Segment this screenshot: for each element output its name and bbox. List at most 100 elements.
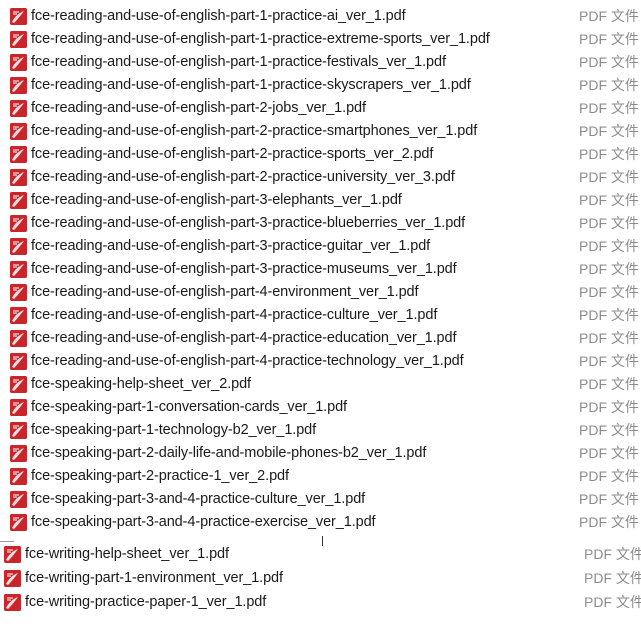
- file-name: fce-writing-part-1-environment_ver_1.pdf: [25, 570, 283, 586]
- file-name: fce-speaking-part-1-technology-b2_ver_1.…: [31, 422, 317, 438]
- pdf-file-icon: [10, 284, 27, 301]
- file-type: PDF 文件: [579, 491, 639, 507]
- file-row[interactable]: fce-reading-and-use-of-english-part-4-pr…: [0, 304, 641, 327]
- file-row[interactable]: fce-reading-and-use-of-english-part-1-pr…: [0, 51, 641, 74]
- file-name: fce-reading-and-use-of-english-part-2-jo…: [31, 100, 366, 116]
- file-type: PDF 文件: [579, 468, 639, 484]
- file-row[interactable]: fce-reading-and-use-of-english-part-2-jo…: [0, 97, 641, 120]
- file-type: PDF 文件: [579, 31, 639, 47]
- file-name: fce-reading-and-use-of-english-part-2-pr…: [31, 146, 434, 162]
- pdf-file-icon: [10, 123, 27, 140]
- pdf-file-icon: [10, 468, 27, 485]
- file-type: PDF 文件: [579, 261, 639, 277]
- pdf-file-icon: [10, 330, 27, 347]
- file-name: fce-reading-and-use-of-english-part-3-pr…: [31, 238, 431, 254]
- file-row[interactable]: fce-reading-and-use-of-english-part-3-pr…: [0, 235, 641, 258]
- file-row[interactable]: fce-speaking-part-2-daily-life-and-mobil…: [0, 442, 641, 465]
- file-type: PDF 文件: [579, 399, 639, 415]
- file-name: fce-reading-and-use-of-english-part-1-pr…: [31, 8, 406, 24]
- file-name: fce-speaking-part-1-conversation-cards_v…: [31, 399, 347, 415]
- file-name: fce-reading-and-use-of-english-part-1-pr…: [31, 31, 490, 47]
- file-type: PDF 文件: [579, 514, 639, 530]
- file-name: fce-speaking-part-2-daily-life-and-mobil…: [31, 445, 427, 461]
- file-name: fce-reading-and-use-of-english-part-4-pr…: [31, 353, 464, 369]
- pdf-file-icon: [10, 8, 27, 25]
- pdf-file-icon: [4, 570, 21, 587]
- pdf-file-icon: [10, 77, 27, 94]
- file-name: fce-reading-and-use-of-english-part-2-pr…: [31, 169, 455, 185]
- pdf-file-icon: [10, 31, 27, 48]
- pdf-file-icon: [4, 546, 21, 563]
- file-row[interactable]: fce-speaking-part-2-practice-1_ver_2.pdf…: [0, 465, 641, 488]
- file-name: fce-reading-and-use-of-english-part-2-pr…: [31, 123, 478, 139]
- pdf-file-icon: [10, 261, 27, 278]
- file-type: PDF 文件: [579, 54, 639, 70]
- file-type: PDF 文件: [579, 445, 639, 461]
- file-row[interactable]: fce-reading-and-use-of-english-part-4-pr…: [0, 327, 641, 350]
- file-type: PDF 文件: [579, 169, 639, 185]
- file-type: PDF 文件: [579, 284, 639, 300]
- file-name: fce-reading-and-use-of-english-part-1-pr…: [31, 77, 471, 93]
- pdf-file-icon: [10, 376, 27, 393]
- file-type: PDF 文件: [584, 594, 641, 610]
- file-name: fce-reading-and-use-of-english-part-3-pr…: [31, 261, 457, 277]
- pdf-file-icon: [10, 307, 27, 324]
- file-name: fce-writing-practice-paper-1_ver_1.pdf: [25, 594, 267, 610]
- file-row[interactable]: fce-writing-practice-paper-1_ver_1.pdf P…: [0, 591, 641, 614]
- file-row[interactable]: fce-writing-part-1-environment_ver_1.pdf…: [0, 567, 641, 590]
- file-row[interactable]: fce-speaking-part-1-conversation-cards_v…: [0, 396, 641, 419]
- file-type: PDF 文件: [579, 77, 639, 93]
- file-type: PDF 文件: [579, 353, 639, 369]
- file-type: PDF 文件: [579, 100, 639, 116]
- file-name: fce-reading-and-use-of-english-part-4-en…: [31, 284, 419, 300]
- pdf-file-icon: [10, 146, 27, 163]
- file-type: PDF 文件: [579, 8, 639, 24]
- pdf-file-icon: [4, 594, 21, 611]
- file-name: fce-speaking-part-3-and-4-practice-cultu…: [31, 491, 366, 507]
- file-row[interactable]: fce-reading-and-use-of-english-part-1-pr…: [0, 5, 641, 28]
- file-name: fce-reading-and-use-of-english-part-4-pr…: [31, 307, 438, 323]
- file-type: PDF 文件: [579, 192, 639, 208]
- file-row[interactable]: fce-reading-and-use-of-english-part-1-pr…: [0, 74, 641, 97]
- file-row[interactable]: fce-reading-and-use-of-english-part-4-pr…: [0, 350, 641, 373]
- file-row[interactable]: fce-speaking-part-3-and-4-practice-exerc…: [0, 511, 641, 534]
- file-row[interactable]: fce-reading-and-use-of-english-part-3-pr…: [0, 258, 641, 281]
- file-row[interactable]: fce-reading-and-use-of-english-part-1-pr…: [0, 28, 641, 51]
- file-type: PDF 文件: [579, 146, 639, 162]
- file-name: fce-speaking-part-2-practice-1_ver_2.pdf: [31, 468, 289, 484]
- file-row[interactable]: fce-reading-and-use-of-english-part-3-pr…: [0, 212, 641, 235]
- file-name: fce-reading-and-use-of-english-part-1-pr…: [31, 54, 446, 70]
- file-row[interactable]: fce-reading-and-use-of-english-part-2-pr…: [0, 120, 641, 143]
- file-type: PDF 文件: [579, 215, 639, 231]
- file-row[interactable]: fce-reading-and-use-of-english-part-3-el…: [0, 189, 641, 212]
- file-type: PDF 文件: [584, 546, 641, 562]
- pdf-file-icon: [10, 192, 27, 209]
- file-type: PDF 文件: [579, 330, 639, 346]
- pdf-file-icon: [10, 422, 27, 439]
- file-name: fce-reading-and-use-of-english-part-3-el…: [31, 192, 402, 208]
- pdf-file-icon: [10, 445, 27, 462]
- file-row[interactable]: fce-reading-and-use-of-english-part-4-en…: [0, 281, 641, 304]
- file-type: PDF 文件: [579, 238, 639, 254]
- file-type: PDF 文件: [584, 570, 641, 586]
- divider: [0, 541, 14, 542]
- file-type: PDF 文件: [579, 422, 639, 438]
- pdf-file-icon: [10, 514, 27, 531]
- file-row[interactable]: fce-writing-help-sheet_ver_1.pdf PDF 文件: [0, 543, 641, 566]
- pdf-file-icon: [10, 215, 27, 232]
- file-name: fce-speaking-help-sheet_ver_2.pdf: [31, 376, 251, 392]
- file-type: PDF 文件: [579, 376, 639, 392]
- file-name: fce-reading-and-use-of-english-part-4-pr…: [31, 330, 457, 346]
- pdf-file-icon: [10, 100, 27, 117]
- pdf-file-icon: [10, 169, 27, 186]
- file-type: PDF 文件: [579, 123, 639, 139]
- file-row[interactable]: fce-speaking-part-1-technology-b2_ver_1.…: [0, 419, 641, 442]
- pdf-file-icon: [10, 399, 27, 416]
- file-row[interactable]: fce-speaking-part-3-and-4-practice-cultu…: [0, 488, 641, 511]
- file-type: PDF 文件: [579, 307, 639, 323]
- pdf-file-icon: [10, 353, 27, 370]
- file-row[interactable]: fce-reading-and-use-of-english-part-2-pr…: [0, 143, 641, 166]
- file-name: fce-writing-help-sheet_ver_1.pdf: [25, 546, 229, 562]
- file-row[interactable]: fce-reading-and-use-of-english-part-2-pr…: [0, 166, 641, 189]
- file-row[interactable]: fce-speaking-help-sheet_ver_2.pdf PDF 文件: [0, 373, 641, 396]
